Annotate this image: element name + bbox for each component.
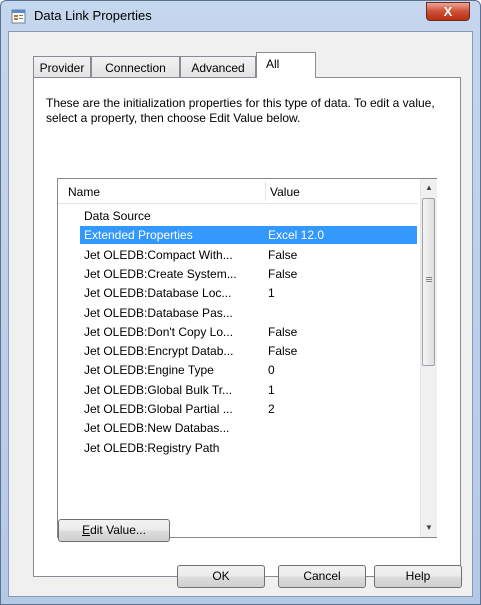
tab-advanced-label: Advanced bbox=[191, 61, 245, 75]
list-item[interactable]: Jet OLEDB:Global Partial ... 2 bbox=[80, 400, 417, 418]
property-name: Jet OLEDB:Database Pas... bbox=[84, 305, 233, 320]
panel-description: These are the initialization properties … bbox=[46, 96, 435, 125]
list-item[interactable]: Jet OLEDB:Global Bulk Tr... 1 bbox=[80, 381, 417, 399]
property-name: Jet OLEDB:Compact With... bbox=[84, 247, 233, 262]
tab-connection-label: Connection bbox=[105, 61, 166, 75]
tab-all-label: All bbox=[266, 57, 280, 71]
data-link-properties-window: Data Link Properties X Provider Connecti… bbox=[0, 0, 481, 605]
property-name: Jet OLEDB:Encrypt Datab... bbox=[84, 344, 234, 359]
property-name: Jet OLEDB:Engine Type bbox=[84, 363, 214, 378]
property-name: Jet OLEDB:Registry Path bbox=[84, 440, 220, 455]
property-value: 0 bbox=[268, 363, 275, 378]
title-bar[interactable]: Data Link Properties X bbox=[1, 1, 480, 31]
list-item[interactable]: Jet OLEDB:Encrypt Datab... False bbox=[80, 342, 417, 360]
list-header: Name Value bbox=[58, 179, 418, 204]
property-value: 1 bbox=[268, 286, 275, 301]
dialog-client-area: Provider Connection Advanced All These a… bbox=[8, 31, 473, 597]
column-header-value[interactable]: Value bbox=[270, 185, 300, 199]
property-name: Data Source bbox=[84, 209, 151, 223]
list-item[interactable]: Jet OLEDB:Registry Path bbox=[80, 439, 417, 457]
list-item[interactable]: Jet OLEDB:Engine Type 0 bbox=[80, 361, 417, 379]
property-name: Jet OLEDB:Database Loc... bbox=[84, 286, 232, 301]
list-item[interactable]: Jet OLEDB:Database Loc... 1 bbox=[80, 284, 417, 302]
close-icon: X bbox=[443, 4, 453, 19]
property-value: 1 bbox=[268, 382, 275, 397]
property-name: Extended Properties bbox=[84, 228, 193, 243]
properties-list[interactable]: Name Value Data Source Extended Propertie… bbox=[57, 178, 437, 538]
tab-panel-all: These are the initialization properties … bbox=[33, 77, 461, 577]
property-value: 2 bbox=[268, 402, 275, 416]
help-label: Help bbox=[405, 569, 431, 583]
close-button[interactable]: X bbox=[426, 2, 470, 21]
property-value: False bbox=[268, 324, 298, 339]
list-item[interactable]: Jet OLEDB:Database Pas... bbox=[80, 304, 417, 322]
edit-value-label: dit Value... bbox=[90, 523, 146, 537]
help-button[interactable]: Help bbox=[374, 565, 462, 588]
cancel-button[interactable]: Cancel bbox=[278, 565, 366, 588]
property-name: Jet OLEDB:Global Partial ... bbox=[84, 402, 233, 416]
scroll-up-arrow-icon[interactable]: ▲ bbox=[421, 179, 437, 196]
property-name: Jet OLEDB:Create System... bbox=[84, 266, 237, 281]
list-item[interactable]: Data Source bbox=[80, 207, 417, 225]
column-header-name[interactable]: Name bbox=[68, 185, 100, 199]
scroll-thumb[interactable] bbox=[422, 198, 435, 366]
vertical-scrollbar[interactable]: ▲ ▼ bbox=[420, 179, 437, 537]
property-name: Jet OLEDB:New Databas... bbox=[84, 421, 230, 436]
scroll-down-arrow-icon[interactable]: ▼ bbox=[421, 519, 437, 536]
column-separator[interactable] bbox=[265, 181, 266, 201]
tab-all[interactable]: All bbox=[256, 52, 316, 78]
list-item[interactable]: Jet OLEDB:Don't Copy Lo... False bbox=[80, 323, 417, 341]
property-name: Jet OLEDB:Global Bulk Tr... bbox=[84, 382, 233, 397]
property-value: False bbox=[268, 247, 298, 262]
edit-value-mnemonic: E bbox=[82, 523, 91, 537]
property-name: Jet OLEDB:Don't Copy Lo... bbox=[84, 324, 234, 339]
tab-advanced[interactable]: Advanced bbox=[180, 56, 256, 77]
property-value: False bbox=[268, 266, 298, 281]
ok-button[interactable]: OK bbox=[177, 565, 265, 588]
tab-provider[interactable]: Provider bbox=[33, 56, 91, 77]
tab-provider-label: Provider bbox=[39, 61, 85, 75]
data-link-icon bbox=[11, 9, 26, 24]
list-item[interactable]: Jet OLEDB:New Databas... bbox=[80, 419, 417, 437]
ok-label: OK bbox=[212, 569, 230, 583]
property-value: Excel 12.0 bbox=[268, 228, 325, 243]
list-item[interactable]: Jet OLEDB:Create System... False bbox=[80, 265, 417, 283]
window-title: Data Link Properties bbox=[34, 8, 152, 23]
edit-value-button[interactable]: Edit Value... bbox=[58, 519, 170, 542]
list-item[interactable]: Jet OLEDB:Compact With... False bbox=[80, 246, 417, 264]
tab-connection[interactable]: Connection bbox=[91, 56, 180, 77]
cancel-label: Cancel bbox=[303, 569, 341, 583]
list-item[interactable]: Extended Properties Excel 12.0 bbox=[80, 226, 417, 245]
property-value: False bbox=[268, 344, 298, 359]
